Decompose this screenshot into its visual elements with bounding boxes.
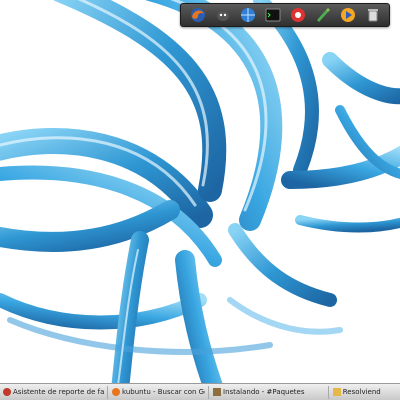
task-bug-report[interactable]: Asistente de reporte de fall (0, 385, 108, 399)
task-label: Resolviend (342, 388, 381, 396)
folder-icon (332, 388, 341, 396)
pidgin-icon[interactable] (214, 6, 232, 24)
task-resolving[interactable]: Resolviend (330, 386, 399, 399)
task-firefox[interactable]: kubuntu - Buscar con Goo (109, 385, 209, 399)
task-installing[interactable]: Instalando - #Paquetes (210, 385, 329, 399)
media-icon[interactable] (289, 6, 307, 24)
taskbar: Asistente de reporte de fall kubuntu - B… (0, 383, 400, 400)
package-icon (213, 388, 221, 396)
terminal-icon[interactable] (264, 6, 282, 24)
globe-icon[interactable] (239, 6, 257, 24)
task-label: kubuntu - Buscar con Goo (122, 388, 205, 396)
firefox-icon (112, 388, 120, 396)
task-label: Instalando - #Paquetes (223, 388, 305, 396)
quick-launch-dock (180, 3, 390, 27)
player-icon[interactable] (339, 6, 357, 24)
trash-icon[interactable] (364, 6, 382, 24)
firefox-icon[interactable] (189, 6, 207, 24)
desktop-wallpaper (0, 0, 400, 400)
bug-icon (3, 388, 11, 396)
editor-icon[interactable] (314, 6, 332, 24)
task-label: Asistente de reporte de fall (13, 388, 104, 396)
